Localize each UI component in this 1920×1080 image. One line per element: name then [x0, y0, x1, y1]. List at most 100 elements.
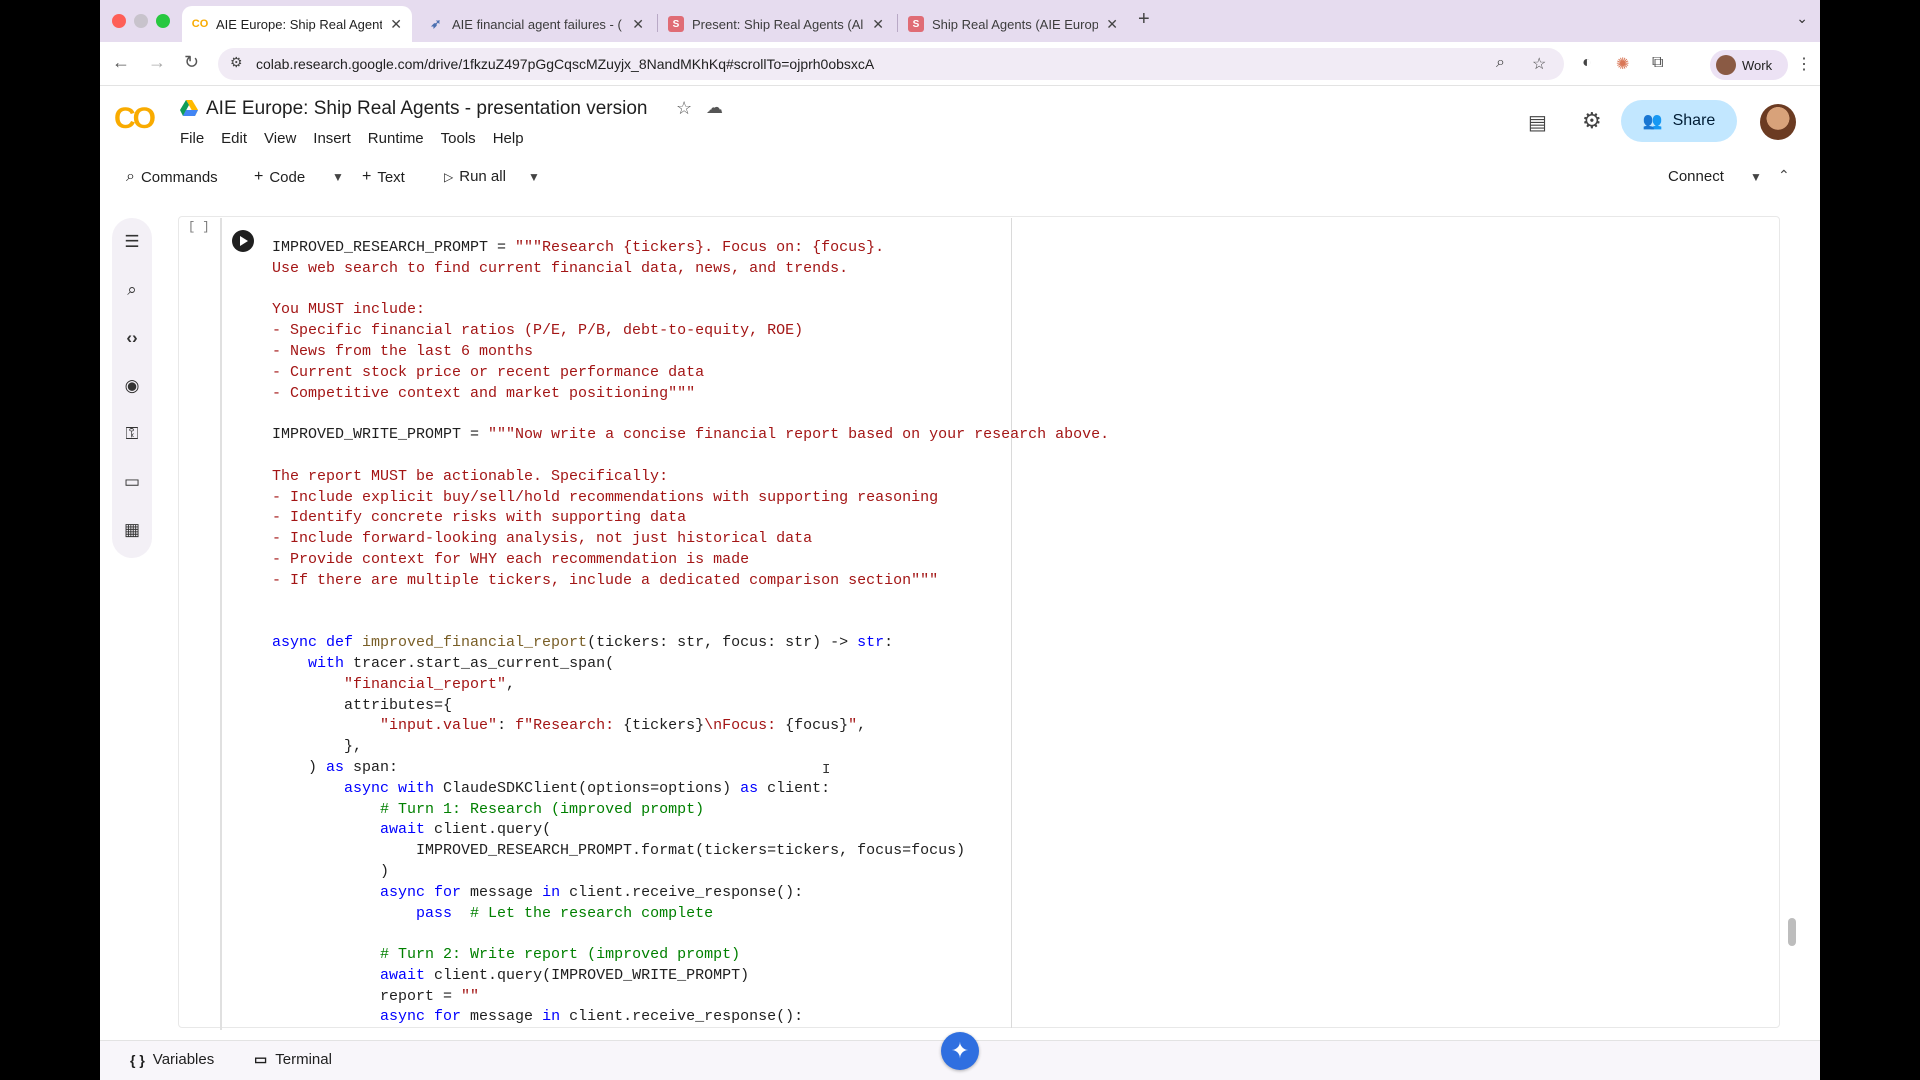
- data-table-icon[interactable]: ▦: [122, 520, 142, 540]
- profile-chip[interactable]: Work: [1710, 50, 1788, 80]
- tab-strip: CO AIE Europe: Ship Real Agents ✕ ➶ AIE …: [100, 0, 1820, 42]
- tab-ship-real-agents[interactable]: S Ship Real Agents (AIE Europe ✕: [898, 6, 1128, 42]
- menu-tools[interactable]: Tools: [441, 130, 476, 147]
- code-token: message: [470, 1008, 543, 1026]
- site-info-icon[interactable]: ⚙: [230, 54, 243, 71]
- code-token: "": [461, 987, 480, 1005]
- code-token: {tickers}: [623, 717, 705, 735]
- add-text-button[interactable]: + Text: [362, 168, 405, 186]
- cloud-saved-icon[interactable]: ☁: [706, 98, 723, 118]
- code-line: - Specific financial ratios (P/E, P/B, d…: [272, 321, 1109, 342]
- new-tab-button[interactable]: +: [1138, 8, 1150, 31]
- code-dropdown-caret-icon[interactable]: ▼: [332, 170, 344, 184]
- user-avatar[interactable]: [1760, 104, 1796, 140]
- code-snippets-icon[interactable]: ‹›: [122, 328, 142, 348]
- terminal-label: Terminal: [275, 1051, 332, 1068]
- code-token: ,: [506, 675, 516, 693]
- code-line: report = "": [272, 987, 1109, 1008]
- minimize-window-button[interactable]: [134, 14, 148, 28]
- add-code-button[interactable]: + Code: [254, 168, 305, 186]
- terminal-button[interactable]: ▭ Terminal: [254, 1051, 332, 1068]
- terminal-icon: ▭: [254, 1051, 268, 1067]
- connect-button[interactable]: Connect: [1668, 168, 1724, 185]
- tab-failures[interactable]: ➶ AIE financial agent failures - ( ✕: [418, 6, 654, 42]
- star-icon[interactable]: ☆: [676, 98, 692, 119]
- close-tab-icon[interactable]: ✕: [872, 16, 884, 33]
- screen: CO AIE Europe: Ship Real Agents ✕ ➶ AIE …: [0, 0, 1920, 1080]
- menu-insert[interactable]: Insert: [313, 130, 351, 147]
- close-tab-icon[interactable]: ✕: [1106, 16, 1118, 33]
- files-folder-icon[interactable]: ▭: [122, 472, 142, 492]
- notebook-title[interactable]: AIE Europe: Ship Real Agents - presentat…: [206, 98, 647, 120]
- run-all-button[interactable]: ▷ Run all: [444, 168, 506, 185]
- secrets-eye-icon[interactable]: ◉: [122, 376, 142, 396]
- find-replace-icon[interactable]: ⌕: [122, 280, 142, 300]
- run-all-dropdown-caret-icon[interactable]: ▼: [528, 170, 540, 184]
- commands-button[interactable]: ⌕ Commands: [126, 168, 218, 186]
- slides-icon: S: [908, 16, 924, 32]
- key-icon[interactable]: ⚿: [122, 424, 142, 444]
- table-of-contents-icon[interactable]: ☰: [122, 232, 142, 252]
- colab-logo[interactable]: CO: [114, 102, 156, 136]
- code-line: async for message in client.receive_resp…: [272, 1007, 1109, 1028]
- gemini-sparkle-button[interactable]: ✦: [941, 1032, 979, 1070]
- connect-dropdown-caret-icon[interactable]: ▼: [1750, 170, 1762, 184]
- tab-search-chevron-icon[interactable]: ⌄: [1796, 10, 1808, 27]
- code-token: report =: [272, 987, 462, 1005]
- code-token: in: [542, 1008, 570, 1026]
- code-token: await: [380, 966, 435, 984]
- plus-icon: +: [362, 168, 372, 185]
- zoom-window-button[interactable]: [156, 14, 170, 28]
- tab-colab[interactable]: CO AIE Europe: Ship Real Agents ✕: [182, 6, 412, 42]
- code-token: (tickers: str, focus: str) ->: [587, 634, 858, 652]
- extensions-puzzle-icon[interactable]: ⧉: [1652, 54, 1663, 72]
- close-tab-icon[interactable]: ✕: [632, 16, 644, 33]
- code-line: ): [272, 862, 1109, 883]
- variables-button[interactable]: { } Variables: [130, 1051, 214, 1068]
- notebook-main: ☰ ⌕ ‹› ◉ ⚿ ▭ ▦ [ ] IMPROVED_RESEARCH_PRO…: [100, 202, 1820, 1030]
- close-tab-icon[interactable]: ✕: [390, 16, 402, 33]
- menu-help[interactable]: Help: [493, 130, 524, 147]
- share-button[interactable]: 👥 Share: [1621, 100, 1737, 142]
- code-token: ClaudeSDKClient(options=options): [443, 779, 741, 797]
- code-line: - Provide context for WHY each recommend…: [272, 550, 1109, 571]
- bookmark-star-icon[interactable]: ☆: [1532, 54, 1546, 74]
- comments-icon[interactable]: ▤: [1528, 110, 1547, 135]
- variables-label: Variables: [152, 1051, 215, 1068]
- back-arrow-icon[interactable]: ←: [112, 52, 130, 73]
- tab-present[interactable]: S Present: Ship Real Agents (Al ✕: [658, 6, 894, 42]
- code-line: - Include explicit buy/sell/hold recomme…: [272, 488, 1109, 509]
- address-bar[interactable]: ⚙ colab.research.google.com/drive/1fkzuZ…: [218, 48, 1564, 80]
- claude-extension-icon[interactable]: ✺: [1616, 54, 1629, 74]
- menu-file[interactable]: File: [180, 130, 204, 147]
- close-window-button[interactable]: [112, 14, 126, 28]
- run-cell-button[interactable]: [232, 230, 254, 252]
- code-token: ): [272, 758, 327, 776]
- code-editor[interactable]: IMPROVED_RESEARCH_PROMPT = """Research {…: [272, 238, 1109, 1028]
- code-line: async def improved_financial_report(tick…: [272, 633, 1109, 654]
- code-line: await client.query(IMPROVED_WRITE_PROMPT…: [272, 966, 1109, 987]
- settings-gear-icon[interactable]: ⚙: [1582, 108, 1602, 134]
- forward-arrow-icon[interactable]: →: [148, 52, 166, 73]
- menu-runtime[interactable]: Runtime: [368, 130, 424, 147]
- code-label: Code: [269, 168, 306, 186]
- extension-shield-icon[interactable]: ◐: [1582, 54, 1592, 72]
- google-drive-icon[interactable]: [180, 100, 198, 116]
- code-token: # Let the research complete: [470, 904, 714, 922]
- browser-menu-icon[interactable]: ⋮: [1796, 54, 1812, 74]
- menu-view[interactable]: View: [264, 130, 296, 147]
- scrollbar-thumb[interactable]: [1788, 918, 1796, 946]
- reload-icon[interactable]: ↻: [184, 52, 199, 73]
- code-token: async for: [380, 1008, 471, 1026]
- code-token: # Turn 1: Research (improved prompt): [380, 800, 705, 818]
- collapse-chevron-up-icon[interactable]: ⌃: [1778, 167, 1790, 184]
- zoom-magnifier-icon[interactable]: ⌕: [1496, 54, 1505, 72]
- menu-edit[interactable]: Edit: [221, 130, 247, 147]
- text-label: Text: [377, 168, 405, 186]
